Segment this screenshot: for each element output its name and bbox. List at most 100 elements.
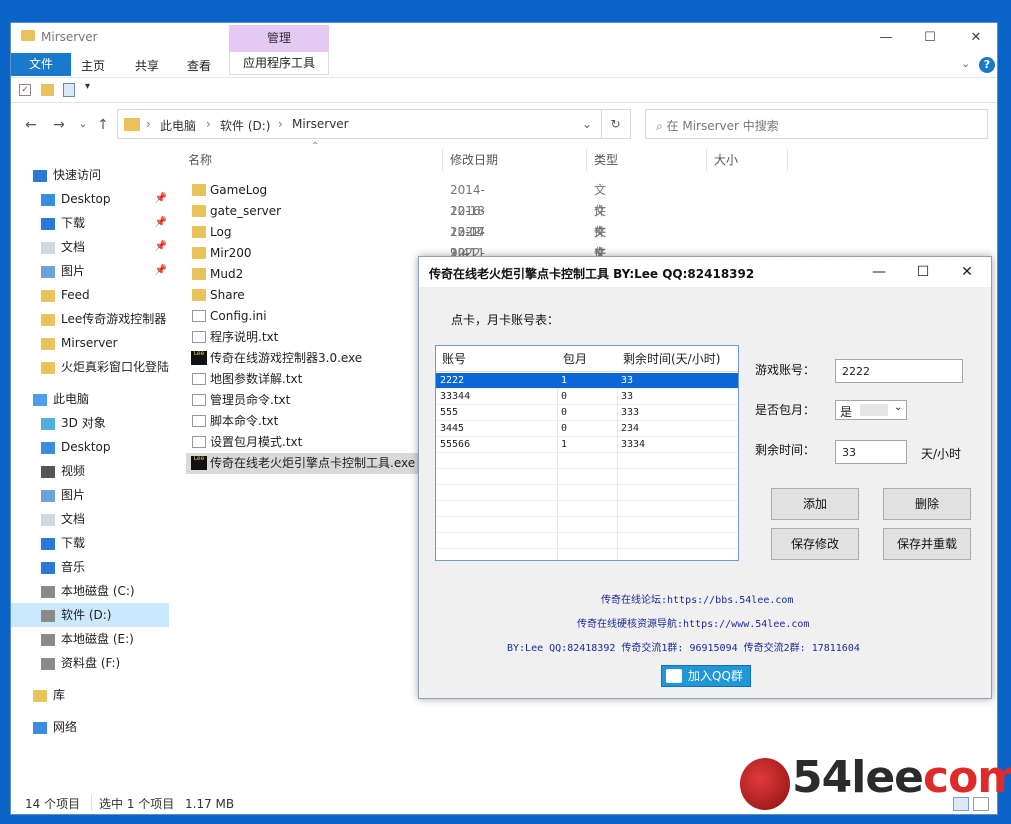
- sidebar-item[interactable]: Mirserver: [11, 331, 169, 355]
- properties-icon[interactable]: ✓: [19, 84, 31, 96]
- ribbon-context-group[interactable]: 管理: [229, 25, 329, 52]
- help-icon[interactable]: ?: [979, 57, 995, 73]
- grid-row[interactable]: 33344 0 33: [436, 389, 738, 405]
- breadcrumb-this-pc[interactable]: 此电脑: [160, 117, 196, 134]
- file-row[interactable]: 设置包月模式.txt: [186, 432, 418, 453]
- forward-arrow-icon[interactable]: →: [49, 115, 69, 135]
- sidebar-item[interactable]: 文档 📌: [11, 235, 169, 259]
- dialog-close-button[interactable]: ✕: [947, 259, 987, 285]
- file-row[interactable]: Lee 传奇在线游戏控制器3.0.exe: [186, 348, 418, 369]
- chevron-right-icon[interactable]: ›: [206, 117, 211, 131]
- column-date[interactable]: 修改日期: [450, 149, 498, 171]
- sidebar-item[interactable]: 视频: [11, 459, 169, 483]
- account-input[interactable]: 2222: [835, 359, 963, 383]
- sidebar-item[interactable]: 资料盘 (F:): [11, 651, 169, 675]
- file-row[interactable]: Share: [186, 285, 418, 306]
- pin-icon[interactable]: 📌: [155, 187, 167, 211]
- file-row[interactable]: 程序说明.txt: [186, 327, 418, 348]
- file-row[interactable]: 脚本命令.txt: [186, 411, 418, 432]
- minimize-button[interactable]: —: [871, 27, 901, 49]
- recent-dropdown-icon[interactable]: ⌄: [73, 115, 93, 135]
- tab-share[interactable]: 共享: [127, 55, 167, 77]
- monthly-select[interactable]: 是 ⌄: [835, 400, 907, 420]
- file-row[interactable]: Mud2: [186, 264, 418, 285]
- sidebar-item[interactable]: 软件 (D:): [11, 603, 169, 627]
- file-row[interactable]: Config.ini: [186, 306, 418, 327]
- tab-view[interactable]: 查看: [179, 55, 219, 77]
- ribbon-expand-icon[interactable]: ⌄: [961, 57, 970, 70]
- file-row[interactable]: GameLog: [186, 180, 418, 201]
- join-qq-button[interactable]: 加入QQ群: [661, 665, 751, 687]
- refresh-button[interactable]: ↻: [601, 109, 631, 139]
- sidebar-item[interactable]: 3D 对象: [11, 411, 169, 435]
- sidebar-item[interactable]: 文档: [11, 507, 169, 531]
- sidebar-item[interactable]: 图片: [11, 483, 169, 507]
- sidebar-item[interactable]: Feed: [11, 283, 169, 307]
- chevron-right-icon[interactable]: ›: [146, 117, 151, 131]
- column-size[interactable]: 大小: [714, 149, 738, 171]
- grid-row[interactable]: 3445 0 234: [436, 421, 738, 437]
- sidebar-item[interactable]: 图片 📌: [11, 259, 169, 283]
- recycle-icon[interactable]: [63, 83, 75, 97]
- column-name[interactable]: 名称: [188, 149, 212, 171]
- file-row[interactable]: Log: [186, 222, 418, 243]
- back-arrow-icon[interactable]: ←: [21, 115, 41, 135]
- file-row[interactable]: Lee 传奇在线老火炬引擎点卡控制工具.exe: [186, 453, 418, 474]
- address-dropdown-icon[interactable]: ⌄: [582, 117, 592, 131]
- save-button[interactable]: 保存修改: [771, 528, 859, 560]
- up-arrow-icon[interactable]: ↑: [93, 115, 113, 135]
- tab-file[interactable]: 文件: [11, 53, 71, 76]
- sidebar-item[interactable]: 库: [11, 683, 169, 707]
- sidebar-item[interactable]: 快速访问: [11, 163, 169, 187]
- breadcrumb-drive-d[interactable]: 软件 (D:): [220, 117, 270, 134]
- nav-link[interactable]: 传奇在线硬核资源导航:https://www.54lee.com: [577, 615, 809, 630]
- tab-app-tools[interactable]: 应用程序工具: [229, 52, 329, 75]
- column-divider[interactable]: [442, 149, 443, 171]
- time-input[interactable]: 33: [835, 440, 907, 464]
- forum-link[interactable]: 传奇在线论坛:https://bbs.54lee.com: [601, 591, 793, 606]
- sidebar-item[interactable]: Desktop: [11, 435, 169, 459]
- sidebar-item[interactable]: Lee传奇游戏控制器: [11, 307, 169, 331]
- pin-icon[interactable]: 📌: [155, 211, 167, 235]
- breadcrumb-mirserver[interactable]: Mirserver: [292, 117, 349, 131]
- account-grid[interactable]: 账号 包月 剩余时间(天/小时) 2222 1 33 33344 0 33 555 0 333 3…: [435, 345, 739, 561]
- save-reload-button[interactable]: 保存并重载: [883, 528, 971, 560]
- tab-home[interactable]: 主页: [73, 55, 113, 77]
- file-row[interactable]: gate_server: [186, 201, 418, 222]
- column-type[interactable]: 类型: [594, 149, 618, 171]
- add-button[interactable]: 添加: [771, 488, 859, 520]
- chevron-right-icon[interactable]: ›: [278, 117, 283, 131]
- file-row[interactable]: Mir200: [186, 243, 418, 264]
- file-row[interactable]: 地图参数详解.txt: [186, 369, 418, 390]
- customize-dropdown-icon[interactable]: ▾: [85, 81, 90, 92]
- dialog-maximize-button[interactable]: ☐: [903, 259, 943, 285]
- delete-button[interactable]: 删除: [883, 488, 971, 520]
- search-input[interactable]: ⌕ 在 Mirserver 中搜索: [645, 109, 988, 139]
- sidebar-item[interactable]: 本地磁盘 (C:): [11, 579, 169, 603]
- column-divider[interactable]: [706, 149, 707, 171]
- column-divider[interactable]: [787, 149, 788, 171]
- grid-header-monthly[interactable]: 包月: [557, 346, 617, 372]
- close-button[interactable]: ✕: [961, 27, 991, 49]
- grid-header-time[interactable]: 剩余时间(天/小时): [617, 346, 738, 372]
- sidebar-item[interactable]: 网络: [11, 715, 169, 739]
- grid-row[interactable]: 2222 1 33: [436, 373, 738, 389]
- grid-row[interactable]: 555 0 333: [436, 405, 738, 421]
- sidebar-item[interactable]: 此电脑: [11, 387, 169, 411]
- address-bar[interactable]: › 此电脑 › 软件 (D:) › Mirserver ⌄: [117, 109, 602, 139]
- new-folder-icon[interactable]: [41, 84, 54, 96]
- pin-icon[interactable]: 📌: [155, 235, 167, 259]
- file-row[interactable]: 管理员命令.txt: [186, 390, 418, 411]
- grid-row[interactable]: 55566 1 3334: [436, 437, 738, 453]
- column-divider[interactable]: [586, 149, 587, 171]
- sidebar-item[interactable]: 本地磁盘 (E:): [11, 627, 169, 651]
- sidebar-item[interactable]: 音乐: [11, 555, 169, 579]
- sidebar-item[interactable]: 下载 📌: [11, 211, 169, 235]
- sidebar-item[interactable]: 火炬真彩窗口化登陆: [11, 355, 169, 379]
- dialog-minimize-button[interactable]: —: [859, 259, 899, 285]
- pin-icon[interactable]: 📌: [155, 259, 167, 283]
- sidebar-item[interactable]: 下载: [11, 531, 169, 555]
- maximize-button[interactable]: ☐: [915, 27, 945, 49]
- grid-header-account[interactable]: 账号: [436, 346, 557, 372]
- sidebar-item[interactable]: Desktop 📌: [11, 187, 169, 211]
